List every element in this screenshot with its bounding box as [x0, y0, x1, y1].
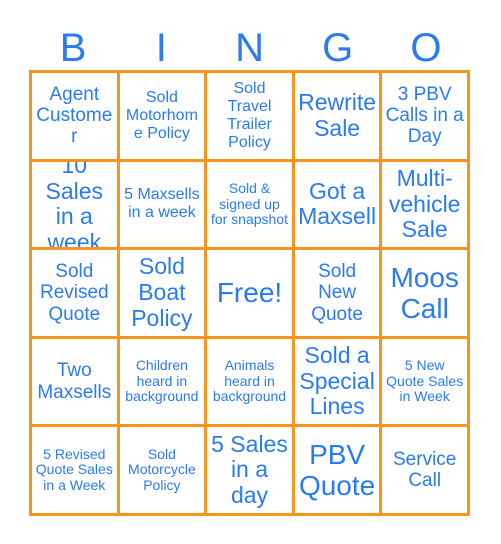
bingo-cell[interactable]: Two Maxsells [32, 338, 120, 428]
bingo-cell[interactable]: Sold New Quote [294, 250, 383, 339]
bingo-header-letter-b: B [59, 26, 87, 70]
bingo-cell[interactable]: Service Call [382, 427, 470, 516]
bingo-cell-label: Sold Motorcycle Policy [128, 445, 196, 494]
bingo-cell[interactable]: 5 Revised Quote Sales in a Week [32, 427, 120, 516]
bingo-cell-label: Two Maxsells [37, 360, 112, 403]
bingo-cell-label: 3 PBV Calls in a Day [385, 83, 464, 148]
bingo-grid: Agent Customer Sold Motorhome Policy Sold … [29, 70, 470, 516]
bingo-header-letter-n: N [235, 26, 264, 70]
bingo-cell-label: Sold Travel Trailer Policy [227, 79, 272, 151]
bingo-cell-label: Free! [216, 277, 283, 309]
bingo-cell-label: Sold & signed up for snapshot [210, 179, 289, 228]
bingo-cell[interactable]: 5 New Quote Sales in Week [382, 338, 470, 428]
bingo-card: B I N G O Agent Customer Sold Motorhome P… [0, 0, 501, 544]
bingo-cell[interactable]: 3 PBV Calls in a Day [382, 73, 470, 162]
bingo-cell-label: Sold a Special Lines [299, 341, 375, 420]
bingo-cell[interactable]: Sold & signed up for snapshot [207, 161, 295, 251]
bingo-header-letter-o: O [410, 26, 442, 70]
bingo-header-letter-g: G [322, 26, 354, 70]
bingo-cell-label: Service Call [393, 448, 457, 492]
bingo-cell-label: Sold Motorhome Policy [125, 88, 198, 142]
bingo-cell-label: Got a Maxsell [298, 177, 377, 230]
bingo-cell[interactable]: Sold Motorhome Policy [119, 73, 208, 162]
bingo-cell-label: Agent Customer [36, 83, 113, 148]
bingo-cell[interactable]: Sold a Special Lines [294, 338, 383, 428]
bingo-cell-label: 10 Sales in a week [45, 161, 104, 251]
bingo-cell-label: Children heard in background [125, 357, 199, 405]
bingo-cell-label: Rewrite Sale [298, 89, 377, 141]
bingo-cell[interactable]: Sold Revised Quote [32, 250, 120, 339]
bingo-cell-label: 5 Revised Quote Sales in a Week [35, 445, 113, 494]
bingo-cell-label: 5 Maxsells in a week [124, 186, 200, 222]
bingo-header-row: B I N G O [29, 20, 470, 70]
bingo-cell[interactable]: Moos Call [382, 250, 470, 339]
bingo-cell[interactable]: Multi-vehicle Sale [382, 161, 470, 251]
bingo-cell-label: Multi-vehicle Sale [388, 164, 461, 243]
bingo-cell-label: 5 New Quote Sales in Week [386, 357, 464, 405]
bingo-cell[interactable]: Children heard in background [119, 338, 208, 428]
bingo-cell[interactable]: Sold Motorcycle Policy [119, 427, 208, 516]
bingo-cell[interactable]: 10 Sales in a week [32, 161, 120, 251]
bingo-cell-label: 5 Sales in a day [211, 430, 288, 509]
bingo-free-space-cell[interactable]: Free! [207, 250, 295, 339]
bingo-cell-label: Animals heard in background [212, 357, 287, 405]
bingo-cell-label: Moos Call [390, 261, 459, 324]
bingo-cell-label: PBV Quote [298, 438, 376, 502]
bingo-cell-label: Sold Revised Quote [39, 261, 109, 325]
bingo-cell[interactable]: Sold Boat Policy [119, 250, 208, 339]
bingo-cell[interactable]: 5 Maxsells in a week [119, 161, 208, 251]
bingo-cell[interactable]: Animals heard in background [207, 338, 295, 428]
bingo-cell[interactable]: Got a Maxsell [294, 161, 383, 251]
bingo-cell[interactable]: 5 Sales in a day [207, 427, 295, 516]
bingo-cell[interactable]: Agent Customer [32, 73, 120, 162]
bingo-cell[interactable]: PBV Quote [294, 427, 383, 516]
bingo-cell-label: Sold New Quote [311, 261, 363, 325]
bingo-header-letter-i: I [155, 26, 167, 70]
bingo-cell[interactable]: Sold Travel Trailer Policy [207, 73, 295, 162]
bingo-cell[interactable]: Rewrite Sale [294, 73, 383, 162]
bingo-cell-label: Sold Boat Policy [131, 253, 193, 331]
